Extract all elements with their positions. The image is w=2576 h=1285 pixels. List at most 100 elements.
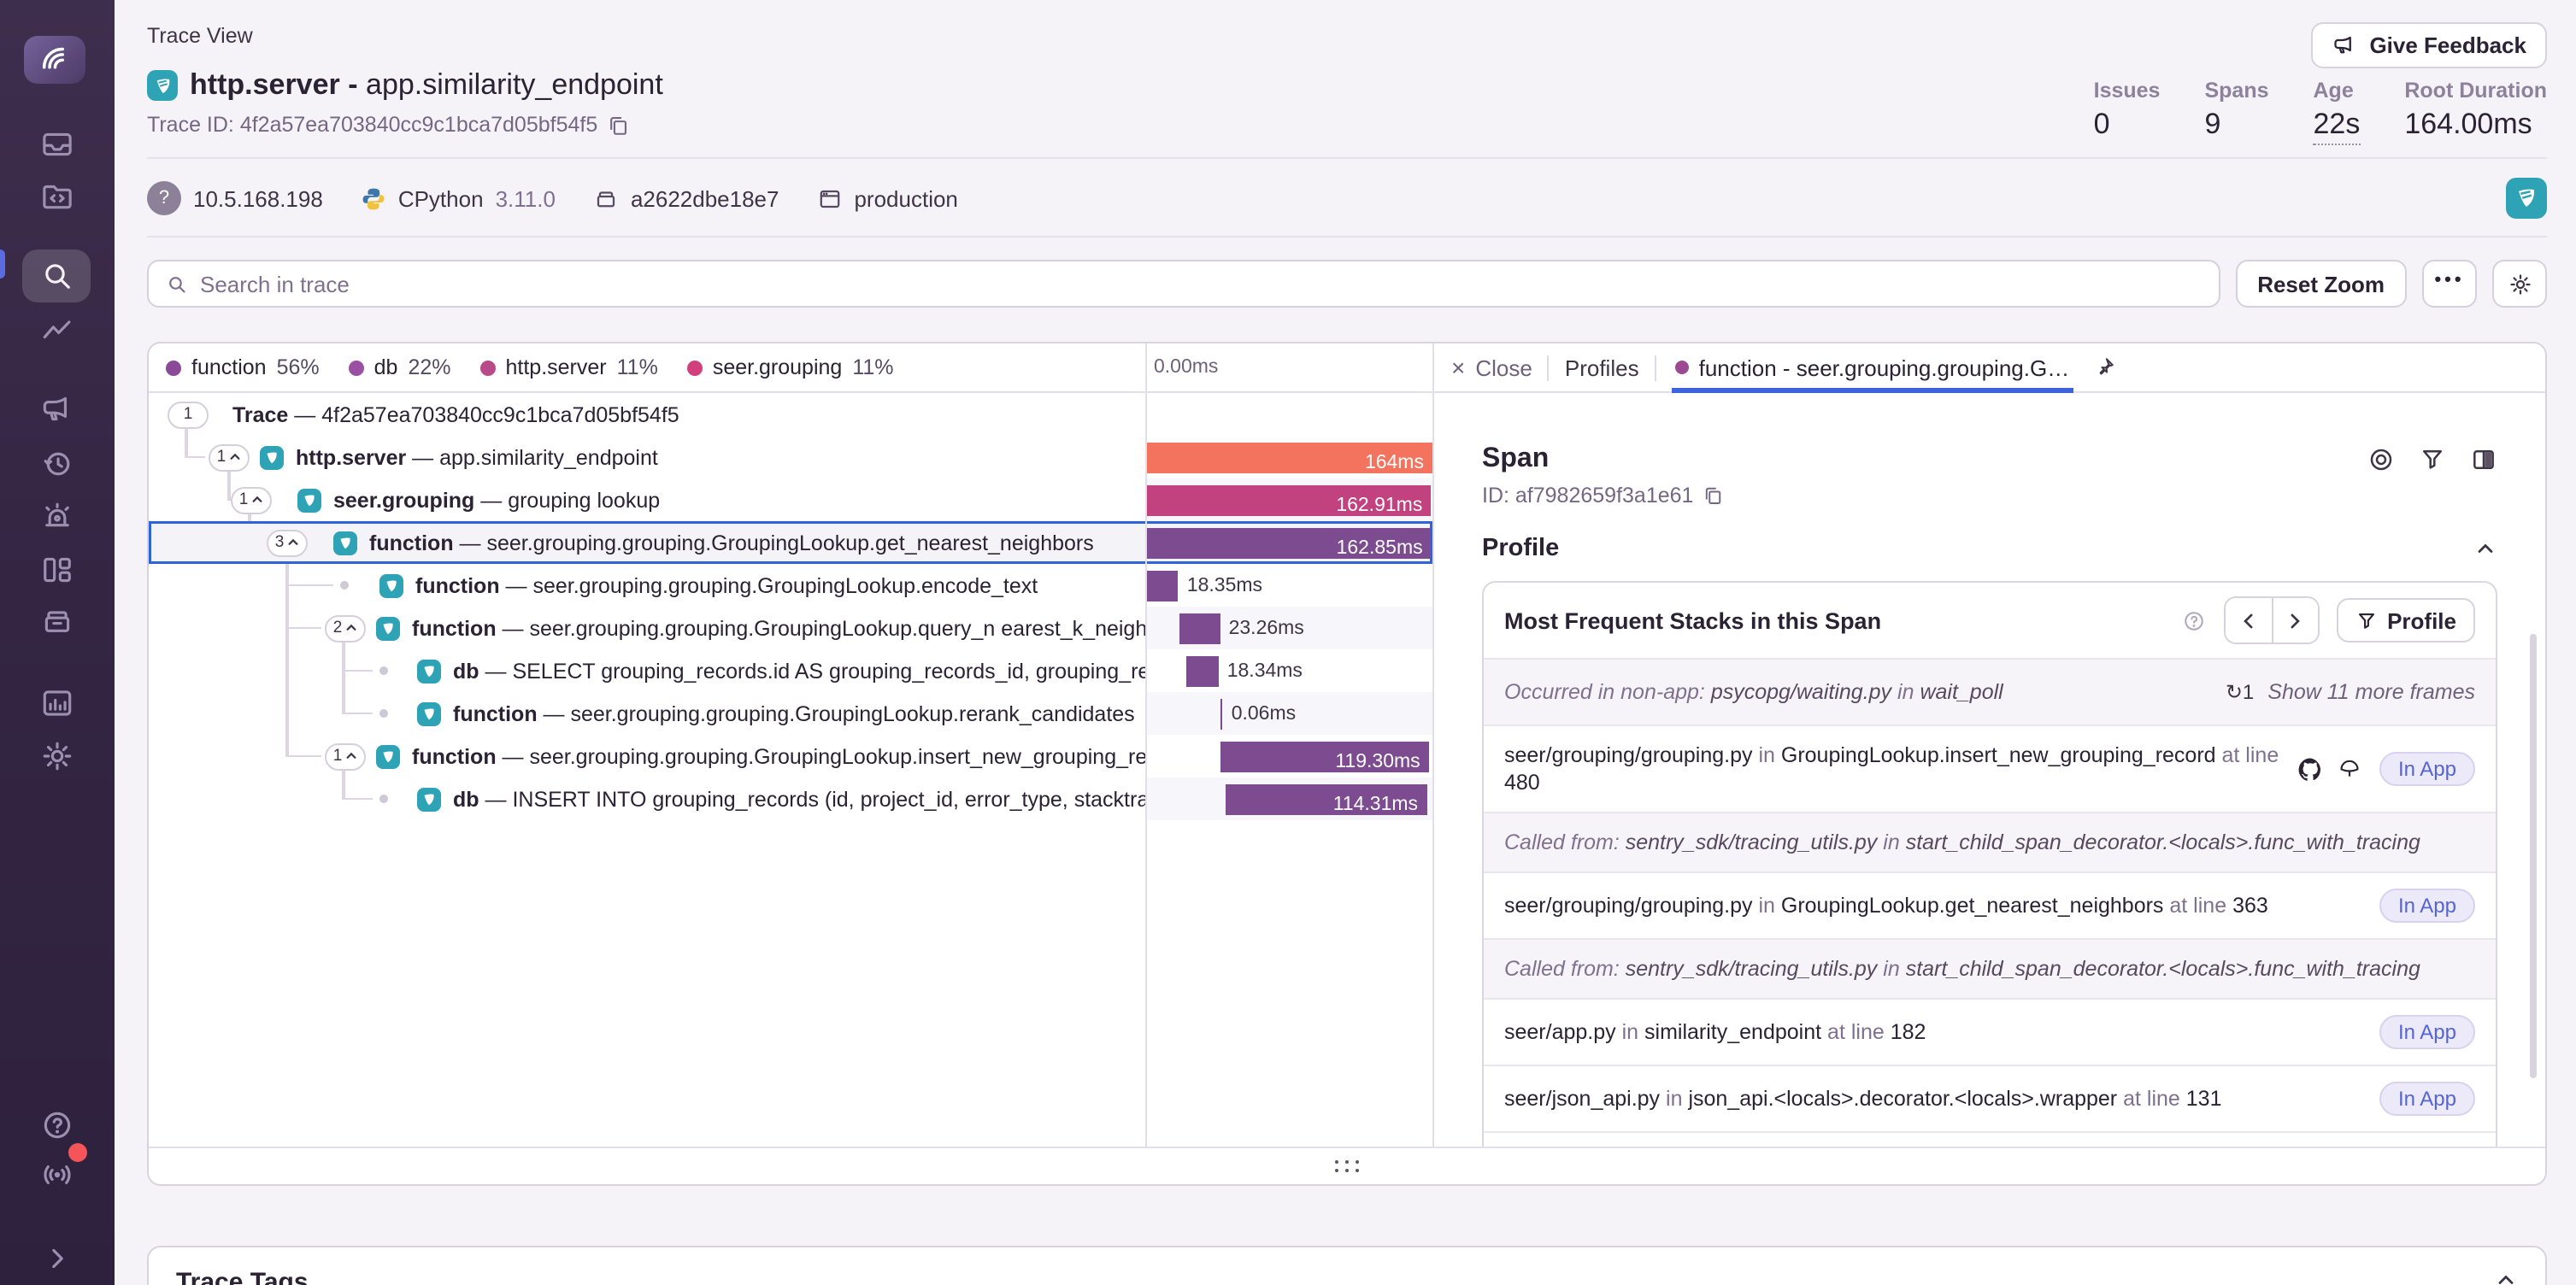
stat-value[interactable]: 22s [2314,108,2361,145]
sidebar-item-whats-new[interactable] [0,1148,115,1200]
span-duration-cell[interactable]: 18.34ms [1145,649,1432,692]
sidebar-item-replays[interactable] [0,437,115,489]
sidebar-item-stats[interactable] [0,677,115,728]
legend-item-db[interactable]: db22% [349,355,451,379]
layout-columns-icon[interactable] [2470,446,2497,473]
detail-scrollbar[interactable] [2530,634,2537,1078]
span-duration-cell[interactable]: 162.85ms [1145,521,1432,564]
in-app-badge[interactable]: In App [2379,1082,2475,1116]
span-duration-cell[interactable]: 119.30ms [1145,735,1432,777]
sidebar-item-help[interactable] [0,1099,115,1150]
span-duration-cell[interactable]: 164ms [1145,436,1432,478]
children-count-badge[interactable]: 2 [325,614,366,642]
span-tree-row[interactable]: function — seer.grouping.grouping.Groupi… [149,692,1432,735]
project-avatar[interactable] [2506,178,2547,219]
tree-duration-divider[interactable] [1145,343,1147,1147]
prev-stack-button[interactable] [2225,598,2271,642]
reset-zoom-button[interactable]: Reset Zoom [2235,260,2407,308]
collapse-section-icon[interactable] [2473,537,2497,560]
sidebar-item-settings[interactable] [0,730,115,781]
runtime[interactable]: CPython 3.11.0 [361,185,556,211]
copy-icon[interactable] [1702,485,1722,506]
app-root: Trace View http.server - app.similarity_… [0,0,2576,1285]
tab-span-function[interactable]: function - seer.grouping.grouping.G… [1672,343,2073,391]
duration-bar[interactable] [1146,570,1179,601]
sidebar-item-dashboards[interactable] [0,543,115,595]
children-count-badge[interactable]: 1 [209,443,250,471]
stack-frame-row[interactable]: seer/grouping/grouping.py in GroupingLoo… [1484,725,2496,812]
sidebar-item-feedback[interactable] [0,383,115,434]
children-count-badge[interactable]: 1 [231,486,272,513]
duration-bar[interactable]: 119.30ms [1220,741,1428,772]
sidebar-item-search[interactable] [0,249,115,301]
span-tree-row[interactable]: function — seer.grouping.grouping.Groupi… [149,564,1432,607]
search-box[interactable] [147,260,2220,308]
span-duration-cell[interactable]: 23.26ms [1145,607,1432,649]
duration-bar[interactable]: 114.31ms [1226,783,1426,814]
legend-item-http-server[interactable]: http.server11% [480,355,658,379]
github-icon[interactable] [2297,756,2323,782]
stack-frame-row[interactable]: seer/app.py in similarity_endpoint at li… [1484,998,2496,1065]
copy-icon[interactable] [606,114,628,136]
span-duration-cell[interactable]: 0.06ms [1145,692,1432,735]
duration-bar[interactable]: 162.91ms [1146,484,1432,515]
duration-bar[interactable]: 162.85ms [1146,527,1432,558]
span-tree-row[interactable]: 1Trace — 4f2a57ea703840cc9c1bca7d05bf54f… [149,393,1432,436]
legend-item-seer-grouping[interactable]: seer.grouping11% [687,355,894,379]
drag-handle[interactable] [1334,1159,1360,1173]
legend-item-function[interactable]: function56% [166,355,320,379]
span-tree-row[interactable]: db — INSERT INTO grouping_records (id, p… [149,777,1432,820]
sidebar-item-alerts[interactable] [0,490,115,542]
filter-icon[interactable] [2419,446,2446,473]
environment[interactable]: production [816,185,957,211]
sentry-logo[interactable] [24,36,85,84]
context-text: Called from: sentry_sdk/tracing_utils.py… [1504,955,2475,983]
span-tree-row[interactable]: 3function — seer.grouping.grouping.Group… [149,521,1432,564]
sidebar-item-issues[interactable] [0,118,115,169]
span-tree-row[interactable]: db — SELECT grouping_records.id AS group… [149,649,1432,692]
user-ip[interactable]: ? 10.5.168.198 [147,181,323,215]
next-stack-button[interactable] [2271,598,2317,642]
stack-frame-row[interactable]: seer/grouping/grouping.py in GroupingLoo… [1484,871,2496,938]
span-tree-row[interactable]: 1seer.grouping — grouping lookup162.91ms [149,478,1432,521]
span-tree-row[interactable]: 1function — seer.grouping.grouping.Group… [149,735,1432,777]
help-icon[interactable] [2180,607,2206,633]
duration-bar[interactable] [1179,613,1220,643]
span-tree-row[interactable]: 1http.server — app.similarity_endpoint16… [149,436,1432,478]
span-duration-cell[interactable]: 114.31ms [1145,777,1432,820]
pin-tab-button[interactable] [2091,355,2115,379]
span-duration-cell[interactable]: 162.91ms [1145,478,1432,521]
duration-bar[interactable] [1186,655,1219,686]
close-drawer-button[interactable]: ×Close [1451,355,1532,380]
more-options-button[interactable]: ••• [2422,260,2477,308]
context-extras: ↻1Show 11 more frames [2226,680,2475,704]
span-description: db — INSERT INTO grouping_records (id, p… [453,787,1145,811]
in-app-badge[interactable]: In App [2379,752,2475,786]
in-app-badge[interactable]: In App [2379,889,2475,923]
stack-frame-row[interactable]: seer/json_api.py in json_api.<locals>.de… [1484,1065,2496,1131]
open-profile-button[interactable]: Profile [2336,598,2475,642]
children-count-badge[interactable]: 1 [168,401,209,428]
show-more-frames-link[interactable]: Show 11 more frames [2267,680,2475,704]
sidebar-item-collapse[interactable] [0,1232,115,1283]
focus-icon[interactable] [2367,446,2395,473]
collapse-section-icon[interactable] [2494,1268,2518,1285]
span-duration-cell[interactable] [1145,393,1432,436]
children-count-badge[interactable]: 3 [267,529,308,556]
stack-frame-row[interactable]: seer/dependency_injection.py in inject.<… [1484,1131,2496,1147]
search-input[interactable] [200,271,2201,296]
give-feedback-button[interactable]: Give Feedback [2311,22,2547,68]
duration-bar[interactable]: 164ms [1145,442,1432,472]
span-tree-row[interactable]: 2function — seer.grouping.grouping.Group… [149,607,1432,649]
sidebar-item-releases[interactable] [0,595,115,646]
duration-bar[interactable] [1220,698,1223,729]
tab-profiles[interactable]: Profiles [1565,355,1639,380]
children-count-badge[interactable]: 1 [325,742,366,770]
span-duration-cell[interactable]: 18.35ms [1145,564,1432,607]
sidebar-item-explore[interactable] [0,169,115,220]
sidebar-item-insights[interactable] [0,304,115,355]
in-app-badge[interactable]: In App [2379,1015,2475,1049]
trace-settings-button[interactable] [2492,260,2547,308]
seer-source-icon[interactable] [2337,756,2362,782]
release[interactable]: a2622dbe18e7 [593,185,779,211]
